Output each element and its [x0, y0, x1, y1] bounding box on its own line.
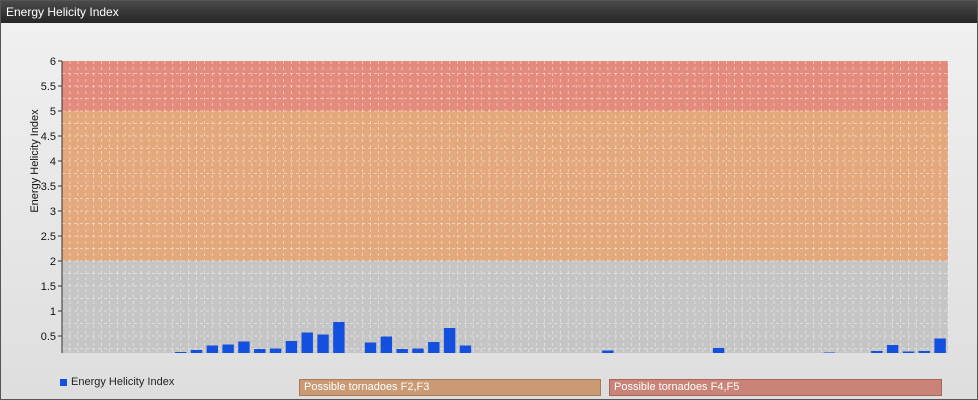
bar-54: [918, 351, 930, 353]
zone-label-f2-f3: Possible tornadoes F2,F3: [299, 379, 601, 396]
widget-title: Energy Helicity Index: [1, 1, 977, 23]
y-tick-label: 5: [50, 106, 56, 118]
bar-53: [902, 351, 915, 353]
legend-swatch: [60, 378, 67, 386]
y-tick-label: 1: [50, 306, 56, 318]
bar-9: [206, 345, 218, 353]
bar-51: [871, 351, 883, 353]
bar-15: [301, 332, 313, 353]
y-tick-label: 0.5: [41, 331, 56, 343]
bar-7: [174, 352, 187, 353]
bar-52: [886, 345, 899, 353]
bar-16: [317, 334, 329, 353]
bar-24: [443, 328, 456, 353]
y-tick-label: 5.5: [41, 81, 56, 93]
y-tick-label: 3: [50, 206, 56, 218]
bar-12: [254, 349, 266, 353]
bar-48: [823, 352, 836, 353]
bar-14: [285, 341, 298, 353]
legend-label: Energy Helicity Index: [71, 376, 175, 388]
bar-17: [333, 322, 345, 353]
bar-8: [190, 350, 203, 353]
bar-23: [428, 342, 440, 353]
bar-22: [412, 348, 424, 353]
y-tick-label: 2: [50, 256, 56, 268]
zone-label-f4-f5: Possible tornadoes F4,F5: [609, 379, 942, 396]
y-axis-title: Energy Helicity Index: [29, 109, 41, 213]
bar-34: [602, 350, 614, 353]
bar-55: [934, 338, 946, 353]
bar-25: [459, 345, 472, 353]
ehi-chart: 00.511.522.533.544.555.56000306091215182…: [29, 56, 949, 353]
chart-panel: 00.511.522.533.544.555.56000306091215182…: [1, 23, 977, 399]
bar-13: [269, 348, 282, 353]
chart-widget: Energy Helicity Index 00.511.522.533.544…: [0, 0, 978, 400]
y-tick-label: 3.5: [41, 181, 56, 193]
bar-41: [712, 348, 725, 353]
bar-11: [238, 341, 250, 353]
bar-20: [380, 336, 393, 353]
bar-19: [364, 342, 377, 353]
chart-legend[interactable]: Energy Helicity Index: [60, 376, 174, 388]
y-tick-label: 4.5: [41, 131, 56, 143]
y-tick-label: 6: [50, 56, 56, 68]
y-tick-label: 4: [50, 156, 56, 168]
y-tick-label: 2.5: [41, 231, 56, 243]
y-tick-label: 1.5: [41, 281, 56, 293]
bar-10: [222, 344, 234, 353]
bar-21: [396, 349, 408, 353]
